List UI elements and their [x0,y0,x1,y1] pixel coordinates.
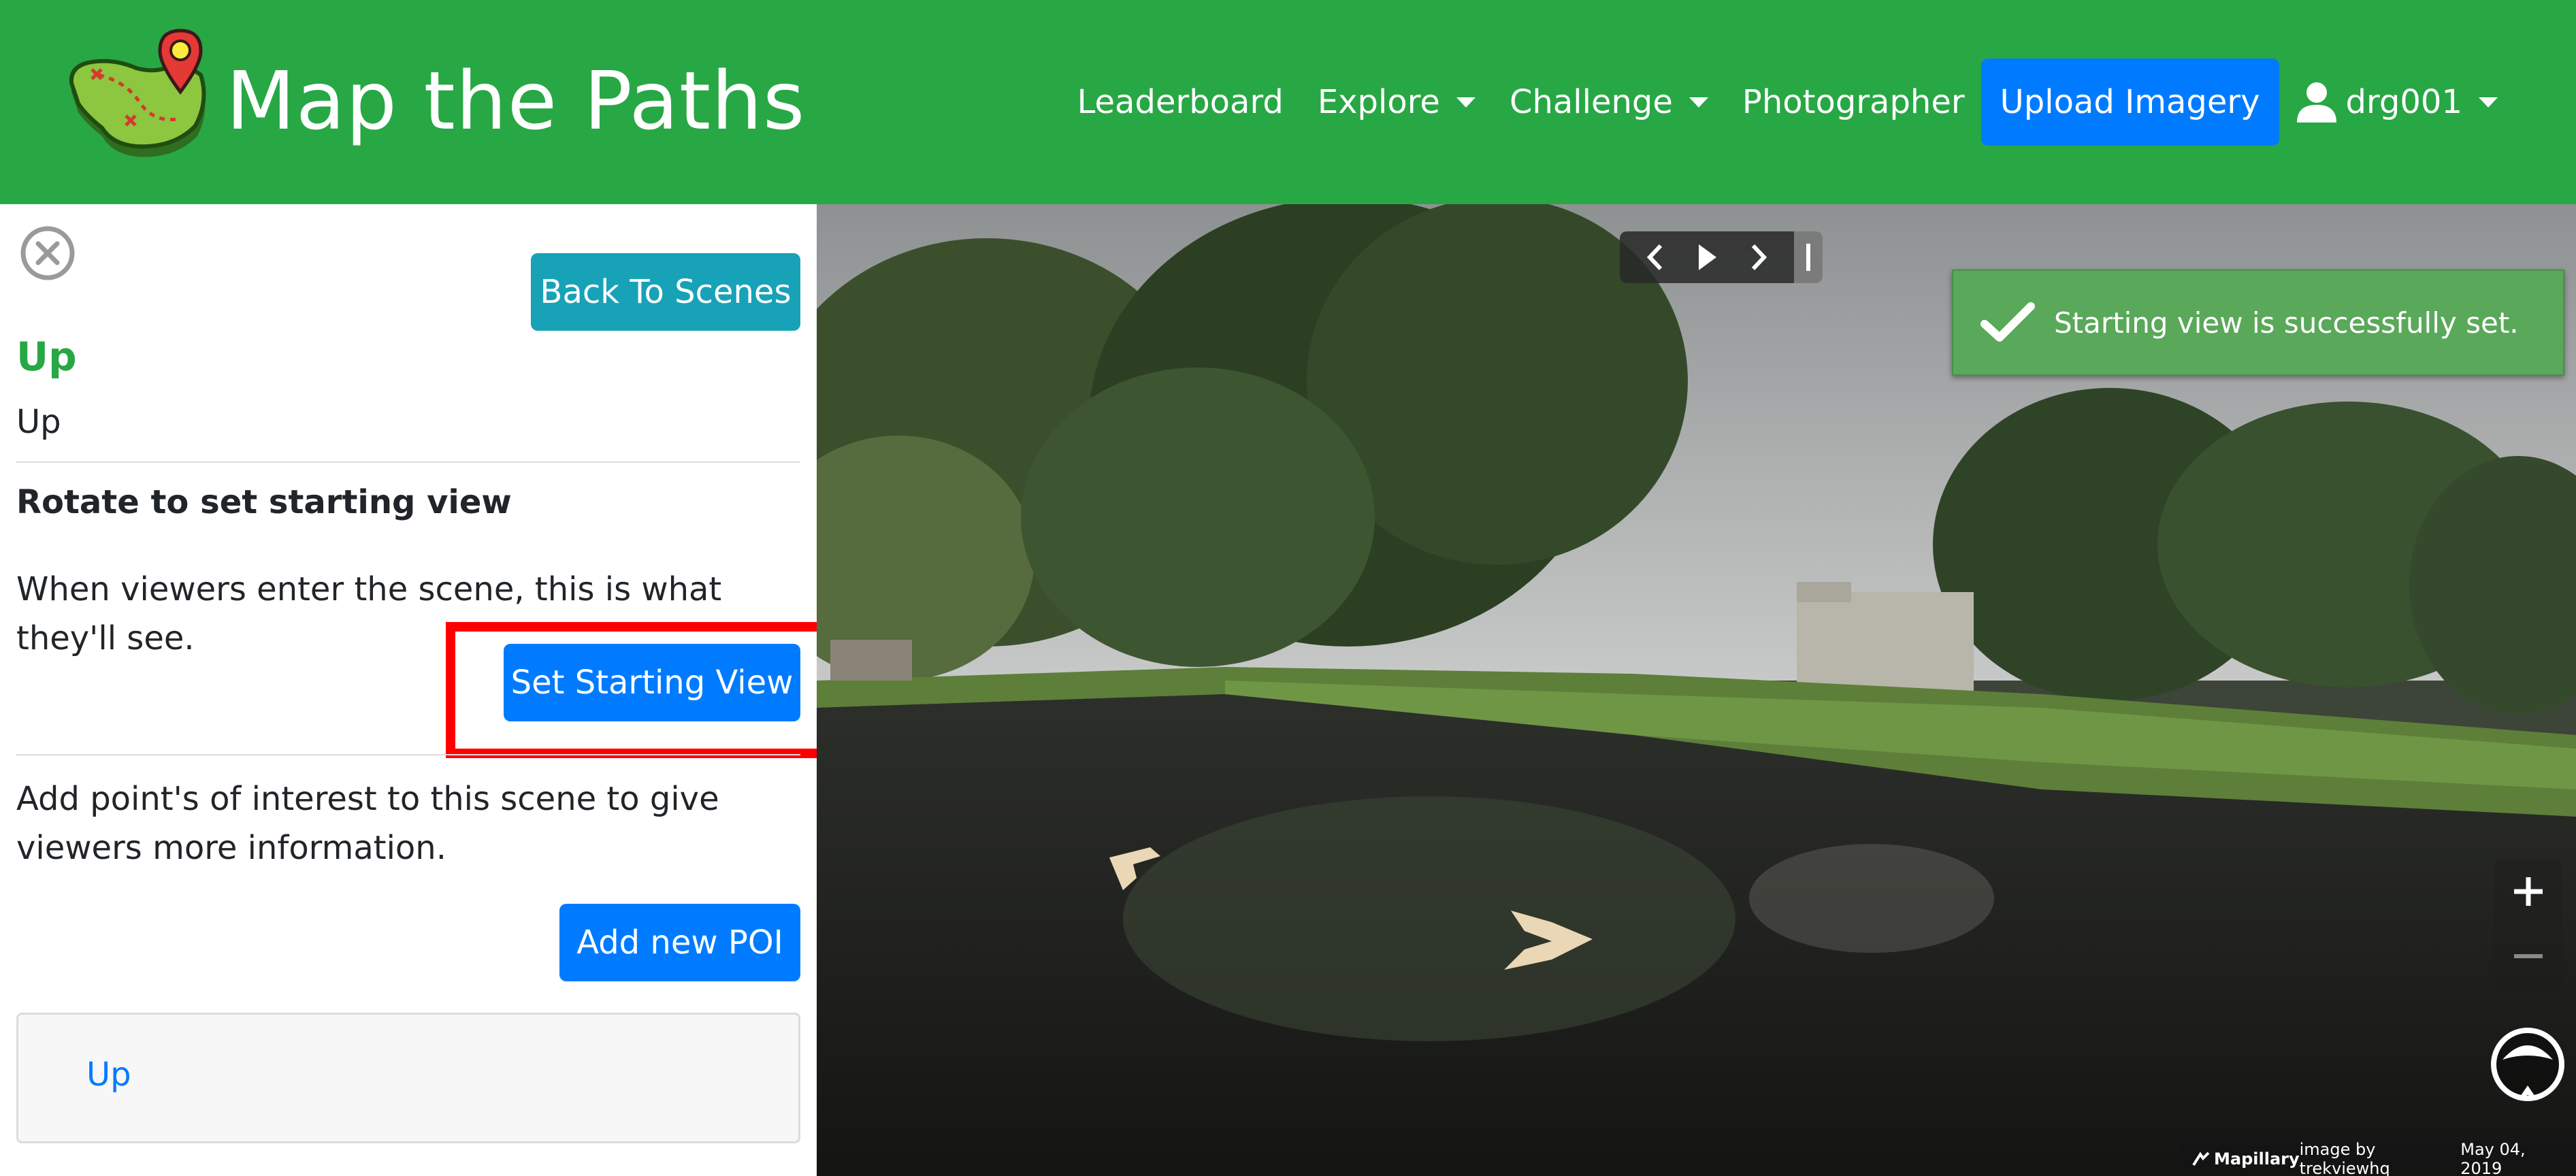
zoom-in-button[interactable] [2494,859,2562,924]
divider [16,754,800,755]
divider [16,461,800,463]
success-toast: Starting view is successfully set. [1952,270,2564,376]
scene-editor-panel: Back To Scenes Up Up Rotate to set start… [0,204,858,1176]
nav-explore[interactable]: Explore [1318,59,1476,146]
mapillary-logo[interactable]: Mapillary [2192,1149,2300,1169]
add-new-poi-label: Add new POI [576,924,783,962]
navbar: Map the Paths Leaderboard Explore Challe… [0,0,2576,204]
highlight-box [446,622,858,758]
chevron-left-icon[interactable] [1642,240,1669,274]
upload-imagery-label: Upload Imagery [2000,83,2260,121]
compass-icon[interactable] [2488,1024,2568,1105]
image-credit[interactable]: image by trekviewhq [2300,1140,2461,1176]
player-controls [1620,231,1794,283]
chevron-right-icon[interactable] [1745,240,1772,274]
plus-icon [2514,877,2543,906]
close-icon[interactable] [19,225,76,282]
back-to-scenes-button[interactable]: Back To Scenes [531,253,800,331]
speed-bar-icon [1806,244,1810,271]
brand-title: Map the Paths [226,53,806,148]
nav-challenge[interactable]: Challenge [1510,59,1708,146]
checkmark-icon [1980,302,2035,342]
nav-leaderboard-label: Leaderboard [1077,83,1284,121]
starting-view-heading: Rotate to set starting view [16,483,512,521]
zoom-out-button[interactable] [2494,924,2562,988]
toast-message: Starting view is successfully set. [2054,306,2519,340]
poi-list-item: Up [16,1013,800,1143]
upload-imagery-button[interactable]: Upload Imagery [1980,59,2279,146]
caret-down-icon [1689,97,1708,108]
caret-down-icon [1456,97,1476,108]
nav-explore-label: Explore [1317,83,1440,121]
back-to-scenes-label: Back To Scenes [540,273,792,311]
caret-down-icon [2479,97,2498,108]
nav-photographer[interactable]: Photographer [1742,59,1965,146]
image-attribution: Mapillary image by trekviewhq May 04, 20… [2181,1140,2576,1176]
map-logo-icon [69,29,206,157]
scene-subtitle: Up [16,403,61,441]
poi-link[interactable]: Up [86,1056,131,1094]
play-icon[interactable] [1693,240,1721,274]
nav-leaderboard[interactable]: Leaderboard [1077,59,1284,146]
player-speed-handle[interactable] [1794,231,1823,283]
nav-photographer-label: Photographer [1742,83,1965,121]
mapillary-label: Mapillary [2214,1149,2300,1169]
scene-title: Up [16,333,77,380]
sequence-player [1620,231,1823,283]
brand[interactable]: Map the Paths [65,27,805,174]
poi-description: Add point's of interest to this scene to… [16,780,719,867]
add-new-poi-button[interactable]: Add new POI [559,904,800,981]
nav-menu: Leaderboard Explore Challenge Photograph… [1043,59,2498,146]
nav-challenge-label: Challenge [1509,83,1673,121]
zoom-control [2494,859,2562,988]
user-name: drg001 [2345,83,2462,121]
panorama-viewer[interactable]: Starting view is successfully set. Mapil… [817,204,2576,1176]
mapillary-icon [2192,1152,2210,1166]
image-date: May 04, 2019 [2460,1140,2526,1176]
user-menu[interactable]: drg001 [2296,59,2498,146]
minus-icon [2514,953,2543,958]
user-icon [2296,82,2336,122]
